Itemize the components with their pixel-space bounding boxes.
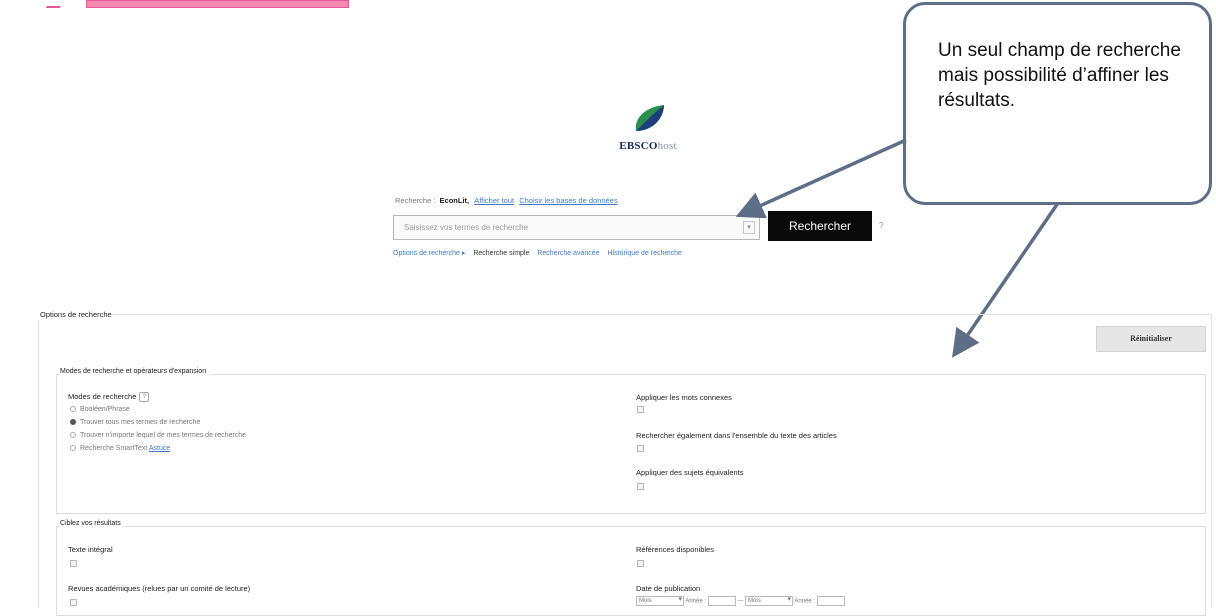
year-label: Année : xyxy=(685,598,707,605)
radio-icon[interactable] xyxy=(70,445,76,452)
radio-icon[interactable] xyxy=(70,406,76,413)
mode-option[interactable]: Trouver n'importe lequel de mes termes d… xyxy=(70,432,246,439)
mode-label: Trouver tous mes termes de recherche xyxy=(80,419,201,426)
date-dash: — xyxy=(737,598,744,605)
related-words-checkbox[interactable] xyxy=(637,406,644,413)
smarttext-hint-link[interactable]: Astuce xyxy=(149,445,170,452)
to-year-input[interactable] xyxy=(816,596,845,606)
pub-date-range: Mois Année : — Mois Année : xyxy=(636,596,845,606)
modes-group-box xyxy=(56,374,1206,514)
mode-option[interactable]: Trouver tous mes termes de recherche xyxy=(70,419,200,426)
full-text-label: Texte intégral xyxy=(68,545,113,554)
from-year-input[interactable] xyxy=(707,596,736,606)
to-month-select[interactable]: Mois xyxy=(745,596,794,606)
modes-group-title: Modes de recherche et opérateurs d'expan… xyxy=(60,368,211,375)
mode-option[interactable]: Recherche SmartText Astuce xyxy=(70,445,170,452)
panel-border-right xyxy=(1211,314,1212,608)
mode-label: Booléen/Phrase xyxy=(80,406,130,413)
modes-title-text: Modes de recherche xyxy=(68,392,137,401)
equivalent-subjects-checkbox[interactable] xyxy=(637,483,644,490)
equivalent-subjects-label: Appliquer des sujets équivalents xyxy=(636,468,744,477)
references-checkbox[interactable] xyxy=(637,560,644,567)
modes-help-icon[interactable]: ? xyxy=(139,392,150,403)
year-label: Année : xyxy=(794,598,816,605)
radio-icon[interactable] xyxy=(70,432,76,439)
full-text-checkbox[interactable] xyxy=(70,560,77,567)
peer-reviewed-checkbox[interactable] xyxy=(70,599,77,606)
reset-button[interactable]: Réinitialiser xyxy=(1096,326,1206,352)
panel-title: Options de recherche xyxy=(40,310,112,319)
peer-reviewed-label: Revues académiques (relues par un comité… xyxy=(68,584,251,593)
arrow-to-options-icon xyxy=(952,202,1060,358)
modes-title: Modes de recherche? xyxy=(68,392,150,403)
pub-date-label: Date de publication xyxy=(636,584,701,593)
arrow-to-search-icon xyxy=(735,138,907,219)
refine-group-title: Ciblez vos résultats xyxy=(60,520,125,527)
radio-selected-icon[interactable] xyxy=(70,419,76,426)
mode-label: Recherche SmartText xyxy=(80,445,148,452)
related-words-label: Appliquer les mots connexes xyxy=(636,393,732,402)
mode-label: Trouver n'importe lequel de mes termes d… xyxy=(80,432,247,439)
panel-border-left xyxy=(38,320,39,608)
from-month-select[interactable]: Mois xyxy=(636,596,684,606)
callout-arrows xyxy=(735,138,1060,358)
full-text-also-checkbox[interactable] xyxy=(637,445,644,452)
full-text-also-label: Rechercher également dans l'ensemble du … xyxy=(636,431,837,440)
panel-border-top xyxy=(112,314,1212,315)
references-label: Références disponibles xyxy=(636,545,714,554)
refine-group-box xyxy=(56,526,1206,616)
mode-option[interactable]: Booléen/Phrase xyxy=(70,406,130,413)
